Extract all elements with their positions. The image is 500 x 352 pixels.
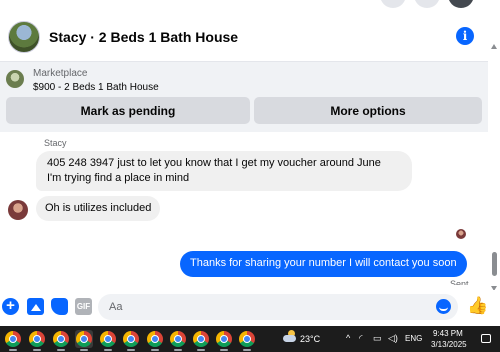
info-icon[interactable]: i <box>456 27 474 45</box>
volume-icon[interactable]: ◁) <box>388 333 398 344</box>
weather-icon[interactable] <box>283 330 297 342</box>
listing-thumbnail[interactable] <box>6 70 24 88</box>
gif-icon[interactable]: GIF <box>75 298 92 315</box>
message-line: 405 248 3947 just to let you know that I… <box>47 157 381 169</box>
incoming-message[interactable]: 405 248 3947 just to let you know that I… <box>36 151 412 191</box>
sent-status: Sent <box>450 279 469 285</box>
taskbar-chrome-icon[interactable] <box>146 330 164 351</box>
notifications-button[interactable] <box>414 0 440 8</box>
messenger-window: Stacy · 2 Beds 1 Bath House i Marketplac… <box>0 0 500 352</box>
chat-header: Stacy · 2 Beds 1 Bath House i <box>0 12 488 62</box>
taskbar-chrome-icon[interactable] <box>192 330 210 351</box>
message-composer: + GIF 👍 <box>0 290 500 326</box>
message-line: I'm trying find a place in mind <box>47 172 190 184</box>
taskbar-chrome-icon[interactable] <box>28 330 46 351</box>
taskbar-chrome-icon[interactable] <box>238 330 256 351</box>
mark-as-pending-button[interactable]: Mark as pending <box>6 97 250 124</box>
taskbar-chrome-icon[interactable] <box>215 330 233 351</box>
outgoing-message[interactable]: Thanks for sharing your number I will co… <box>180 251 467 277</box>
conversation-title[interactable]: Stacy · 2 Beds 1 Bath House <box>49 29 238 45</box>
clock-date[interactable]: 3/13/2025 <box>431 340 467 349</box>
tray-caret-icon[interactable]: ^ <box>346 333 350 344</box>
scrollbar-thumb[interactable] <box>492 252 497 276</box>
message-input[interactable] <box>98 294 458 320</box>
wifi-icon[interactable]: ◜ <box>359 333 363 344</box>
battery-icon[interactable]: ▭ <box>373 333 382 344</box>
clock-time[interactable]: 9:43 PM <box>433 329 463 338</box>
taskbar-chrome-icon[interactable] <box>99 330 117 351</box>
marketplace-listing-card: Marketplace $900 - 2 Beds 1 Bath House M… <box>0 62 488 132</box>
top-toolbar-buttons <box>380 0 474 8</box>
taskbar-chrome-icon[interactable] <box>4 330 22 351</box>
language-indicator[interactable]: ENG <box>405 334 422 343</box>
sticker-icon[interactable] <box>51 298 68 315</box>
notification-icon[interactable] <box>481 334 491 343</box>
taskbar-chrome-icon[interactable] <box>169 330 187 351</box>
thumbs-up-icon[interactable]: 👍 <box>467 297 488 315</box>
listing-title[interactable]: $900 - 2 Beds 1 Bath House <box>33 82 159 93</box>
sender-name: Stacy <box>44 138 67 148</box>
conversation-avatar[interactable] <box>8 20 40 53</box>
seen-indicator-avatar <box>456 229 466 239</box>
marketplace-label: Marketplace <box>33 68 88 79</box>
taskbar-chrome-icon[interactable] <box>75 330 93 351</box>
temperature[interactable]: 23°C <box>300 334 320 344</box>
windows-taskbar: 23°C ^ ◜ ▭ ◁) ENG 9:43 PM 3/13/2025 <box>0 326 500 352</box>
photo-icon[interactable] <box>27 298 44 315</box>
menu-button[interactable] <box>380 0 406 8</box>
sender-avatar[interactable] <box>8 200 28 220</box>
emoji-icon[interactable] <box>436 299 451 314</box>
more-options-button[interactable]: More options <box>254 97 482 124</box>
outgoing-message[interactable]: Oh is utilizes included <box>36 196 161 221</box>
plus-icon[interactable]: + <box>2 298 19 315</box>
scroll-up-arrow-icon[interactable] <box>491 44 497 49</box>
taskbar-chrome-icon[interactable] <box>52 330 70 351</box>
profile-button[interactable] <box>448 0 474 8</box>
taskbar-chrome-icon[interactable] <box>122 330 140 351</box>
